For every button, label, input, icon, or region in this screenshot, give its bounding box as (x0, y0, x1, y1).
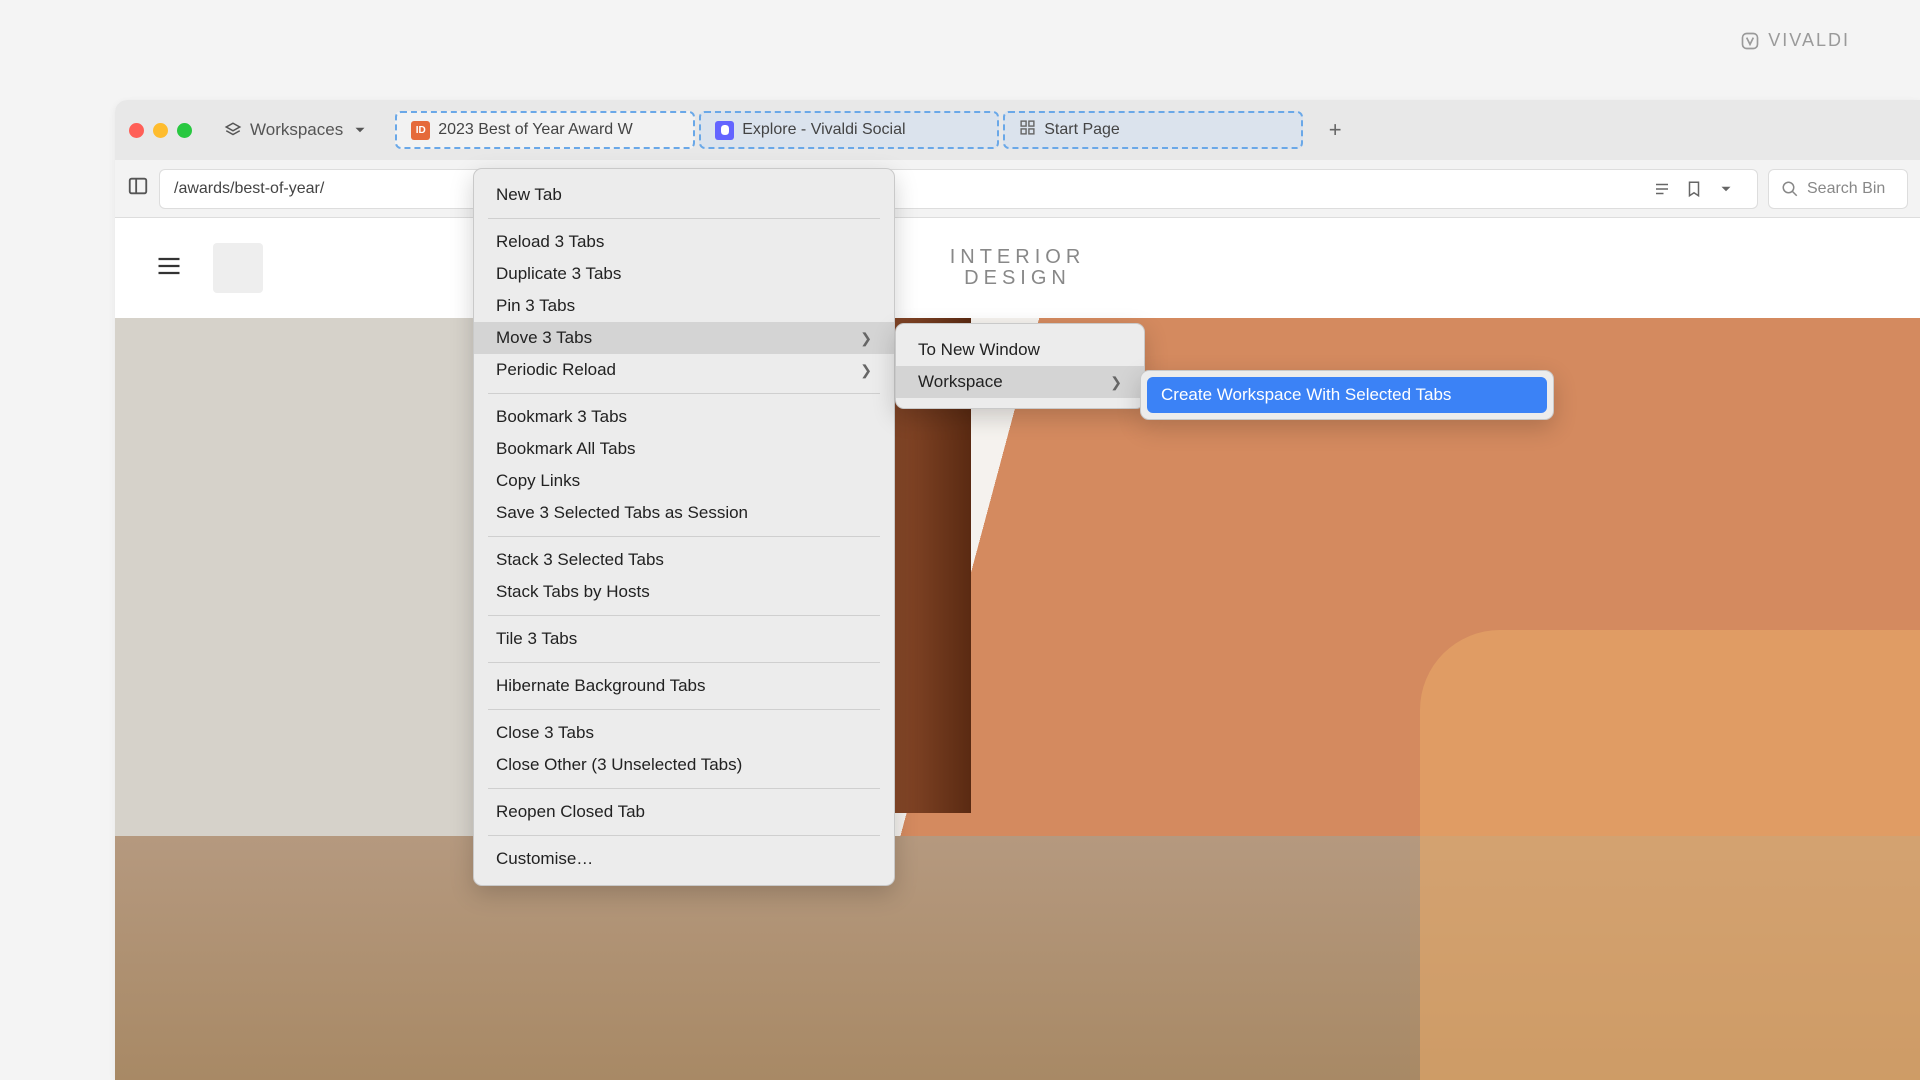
tab-title: Start Page (1044, 121, 1120, 139)
menu-reload-tabs[interactable]: Reload 3 Tabs (474, 226, 894, 258)
workspaces-button[interactable]: Workspaces (216, 116, 377, 144)
search-placeholder: Search Bin (1807, 180, 1885, 198)
hamburger-button[interactable] (155, 252, 183, 285)
menu-copy-links[interactable]: Copy Links (474, 465, 894, 497)
panel-toggle-button[interactable] (127, 175, 149, 202)
menu-pin-tabs[interactable]: Pin 3 Tabs (474, 290, 894, 322)
page-header: INTERIOR DESIGN (115, 218, 1920, 318)
search-icon (1781, 180, 1799, 198)
tab-context-menu: New Tab Reload 3 Tabs Duplicate 3 Tabs P… (473, 168, 895, 886)
menu-hibernate[interactable]: Hibernate Background Tabs (474, 670, 894, 702)
url-text: /awards/best-of-year/ (174, 180, 324, 198)
menu-customise[interactable]: Customise… (474, 843, 894, 875)
submenu-workspace[interactable]: Workspace❯ (896, 366, 1144, 398)
favicon-startpage-icon (1019, 119, 1036, 141)
browser-window: Workspaces ID 2023 Best of Year Award W … (115, 100, 1920, 1080)
tab-3[interactable]: Start Page (1003, 111, 1303, 149)
menu-bookmark-3[interactable]: Bookmark 3 Tabs (474, 401, 894, 433)
minimize-icon[interactable] (153, 123, 168, 138)
titlebar: Workspaces ID 2023 Best of Year Award W … (115, 100, 1920, 160)
favicon-mastodon-icon (715, 121, 734, 140)
chevron-down-icon[interactable] (1717, 180, 1735, 198)
bookmark-icon[interactable] (1685, 180, 1703, 198)
vivaldi-icon (1740, 31, 1760, 51)
menu-close-3[interactable]: Close 3 Tabs (474, 717, 894, 749)
chevron-right-icon: ❯ (860, 330, 872, 347)
workspaces-label: Workspaces (250, 120, 343, 140)
menu-move-tabs[interactable]: Move 3 Tabs❯ (474, 322, 894, 354)
hero-image (115, 318, 1920, 1080)
menu-reopen-closed[interactable]: Reopen Closed Tab (474, 796, 894, 828)
menu-save-session[interactable]: Save 3 Selected Tabs as Session (474, 497, 894, 529)
new-tab-button[interactable]: + (1319, 114, 1351, 146)
menu-periodic-reload[interactable]: Periodic Reload❯ (474, 354, 894, 386)
tab-strip: ID 2023 Best of Year Award W Explore - V… (395, 100, 1351, 160)
avatar[interactable] (213, 243, 263, 293)
address-bar: /awards/best-of-year/ Search Bin (115, 160, 1920, 218)
chevron-right-icon: ❯ (1110, 374, 1122, 391)
menu-stack-hosts[interactable]: Stack Tabs by Hosts (474, 576, 894, 608)
move-submenu: To New Window Workspace❯ (895, 323, 1145, 409)
menu-icon (155, 252, 183, 280)
submenu-create-workspace[interactable]: Create Workspace With Selected Tabs (1147, 377, 1547, 413)
menu-tile-tabs[interactable]: Tile 3 Tabs (474, 623, 894, 655)
favicon-id-icon: ID (411, 121, 430, 140)
tab-title: Explore - Vivaldi Social (742, 121, 905, 139)
tab-title: 2023 Best of Year Award W (438, 121, 633, 139)
menu-new-tab[interactable]: New Tab (474, 179, 894, 211)
layers-icon (224, 121, 242, 139)
menu-bookmark-all[interactable]: Bookmark All Tabs (474, 433, 894, 465)
close-icon[interactable] (129, 123, 144, 138)
maximize-icon[interactable] (177, 123, 192, 138)
chevron-down-icon (351, 121, 369, 139)
window-controls (129, 123, 192, 138)
search-field[interactable]: Search Bin (1768, 169, 1908, 209)
menu-stack-selected[interactable]: Stack 3 Selected Tabs (474, 544, 894, 576)
vivaldi-logo: VIVALDI (1740, 30, 1850, 51)
page-brand: INTERIOR DESIGN (950, 247, 1086, 289)
tab-2[interactable]: Explore - Vivaldi Social (699, 111, 999, 149)
menu-duplicate-tabs[interactable]: Duplicate 3 Tabs (474, 258, 894, 290)
url-field[interactable]: /awards/best-of-year/ (159, 169, 1758, 209)
workspace-submenu: Create Workspace With Selected Tabs (1140, 370, 1554, 420)
chevron-right-icon: ❯ (860, 362, 872, 379)
menu-close-other[interactable]: Close Other (3 Unselected Tabs) (474, 749, 894, 781)
panel-icon (127, 175, 149, 197)
tab-1[interactable]: ID 2023 Best of Year Award W (395, 111, 695, 149)
reader-icon[interactable] (1653, 180, 1671, 198)
submenu-new-window[interactable]: To New Window (896, 334, 1144, 366)
